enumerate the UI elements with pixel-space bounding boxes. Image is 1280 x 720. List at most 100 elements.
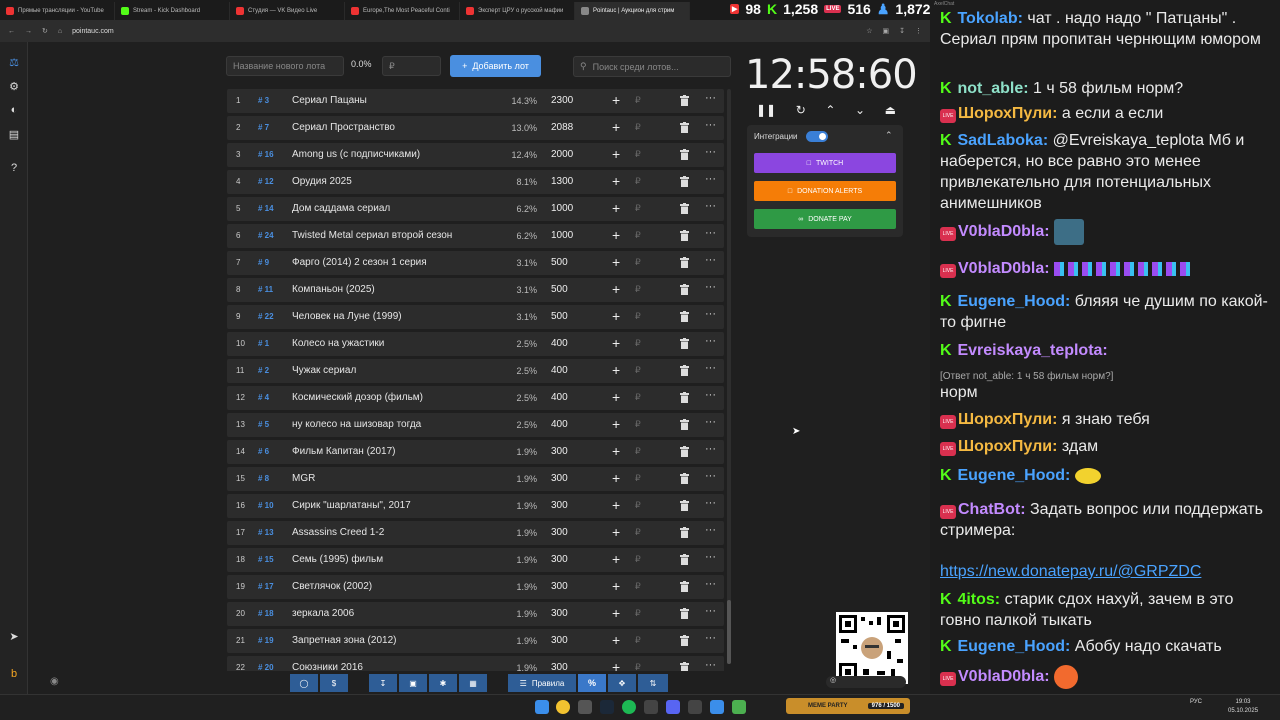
ruble-input-icon[interactable]: ₽	[635, 284, 641, 295]
browser-tab-active[interactable]: Pointauc | Аукцион для стрим	[575, 2, 690, 20]
delete-icon[interactable]	[680, 446, 689, 457]
lot-row[interactable]: 21 # 19 Запретная зона (2012) 1.9% 300 + ₽ ···	[227, 629, 724, 653]
delete-icon[interactable]	[680, 662, 689, 671]
add-amount-icon[interactable]: +	[612, 497, 620, 513]
lot-name[interactable]: Компаньон (2025)	[292, 284, 375, 295]
lot-row[interactable]: 13 # 5 ну колесо на шизовар тогда 2.5% 400 + ₽…	[227, 413, 724, 437]
lot-row[interactable]: 1 # 3 Сериал Пацаны 14.3% 2300 + ₽ ···	[227, 89, 724, 113]
ruble-input-icon[interactable]: ₽	[635, 95, 641, 106]
lot-id[interactable]: # 2	[258, 366, 269, 375]
lot-id[interactable]: # 22	[258, 312, 274, 321]
lots-scrollbar-thumb[interactable]	[727, 600, 731, 664]
lot-row[interactable]: 15 # 8 MGR 1.9% 300 + ₽ ···	[227, 467, 724, 491]
delete-icon[interactable]	[680, 338, 689, 349]
lot-amount[interactable]: 500	[551, 284, 568, 295]
more-options-icon[interactable]: ···	[705, 146, 716, 158]
ruble-input-icon[interactable]: ₽	[635, 554, 641, 565]
lot-name[interactable]: Семь (1995) фильм	[292, 554, 383, 565]
extensions-icon[interactable]: ▣	[883, 27, 890, 35]
lot-row[interactable]: 9 # 22 Человек на Луне (1999) 3.1% 500 + ₽ ···	[227, 305, 724, 329]
more-options-icon[interactable]: ···	[705, 497, 716, 509]
chat-nickname[interactable]: 4itos:	[957, 591, 1000, 608]
twitch-button[interactable]: □ TWITCH	[754, 153, 896, 173]
more-options-icon[interactable]: ···	[705, 605, 716, 617]
add-amount-icon[interactable]: +	[612, 119, 620, 135]
ruble-input-icon[interactable]: ₽	[635, 311, 641, 322]
lot-name[interactable]: Фильм Капитан (2017)	[292, 446, 396, 457]
lot-id[interactable]: # 1	[258, 339, 269, 348]
bug-button[interactable]: ✱	[429, 674, 457, 692]
ruble-input-icon[interactable]: ₽	[635, 392, 641, 403]
language-indicator[interactable]: РУС	[1190, 699, 1202, 705]
donation-alerts-button[interactable]: □ DONATION ALERTS	[754, 181, 896, 201]
bookmark-star-icon[interactable]: ☆	[866, 27, 872, 35]
lot-amount[interactable]: 400	[551, 419, 568, 430]
add-amount-icon[interactable]: +	[612, 659, 620, 671]
lot-id[interactable]: # 8	[258, 474, 269, 483]
lot-row[interactable]: 5 # 14 Дом саддама сериал 6.2% 1000 + ₽ ···	[227, 197, 724, 221]
chevron-up-icon[interactable]: ⌃	[825, 103, 835, 117]
browser-tab[interactable]: Stream - Kick Dashboard	[115, 2, 230, 20]
obs-icon[interactable]	[644, 700, 658, 714]
delete-icon[interactable]	[680, 122, 689, 133]
ruble-input-icon[interactable]: ₽	[635, 500, 641, 511]
add-amount-icon[interactable]: +	[612, 146, 620, 162]
delete-icon[interactable]	[680, 581, 689, 592]
shuffle-button[interactable]: ✥	[608, 674, 636, 692]
ruble-input-icon[interactable]: ₽	[635, 230, 641, 241]
lot-name[interactable]: зеркала 2006	[292, 608, 354, 619]
search-input[interactable]: ⚲ Поиск среди лотов...	[573, 56, 731, 77]
ruble-input-icon[interactable]: ₽	[635, 581, 641, 592]
menu-icon[interactable]: ⋮	[915, 27, 922, 35]
delete-icon[interactable]	[680, 500, 689, 511]
url-field[interactable]: pointauc.com	[72, 28, 114, 35]
more-options-icon[interactable]: ···	[705, 335, 716, 347]
lot-id[interactable]: # 4	[258, 393, 269, 402]
lot-amount-input[interactable]: ₽	[382, 56, 441, 76]
add-amount-icon[interactable]: +	[612, 227, 620, 243]
delete-icon[interactable]	[680, 257, 689, 268]
ruble-input-icon[interactable]: ₽	[635, 257, 641, 268]
history-icon[interactable]: ▤	[6, 126, 22, 142]
chat-nickname[interactable]: Evreiskaya_teplota:	[957, 342, 1107, 359]
lot-amount[interactable]: 400	[551, 338, 568, 349]
auction-icon[interactable]: ⚖	[6, 54, 22, 70]
github-button[interactable]: ◯	[290, 674, 318, 692]
browser-tab[interactable]: Прямые трансляции - YouTube	[0, 2, 115, 20]
ruble-input-icon[interactable]: ₽	[635, 608, 641, 619]
eye-icon[interactable]: ◉	[50, 676, 59, 687]
delete-icon[interactable]	[680, 149, 689, 160]
delete-icon[interactable]	[680, 527, 689, 538]
add-lot-button[interactable]: + Добавить лот	[450, 55, 541, 77]
ruble-input-icon[interactable]: ₽	[635, 176, 641, 187]
delete-icon[interactable]	[680, 203, 689, 214]
sort-button[interactable]: ⇅	[638, 674, 668, 692]
lots-scrollbar[interactable]	[727, 89, 731, 664]
download-icon[interactable]: ↧	[899, 27, 905, 35]
lot-amount[interactable]: 1000	[551, 203, 573, 214]
lot-name[interactable]: MGR	[292, 473, 315, 484]
ruble-input-icon[interactable]: ₽	[635, 419, 641, 430]
lot-name[interactable]: Фарго (2014) 2 сезон 1 серия	[292, 257, 427, 268]
lot-id[interactable]: # 24	[258, 231, 274, 240]
ruble-input-icon[interactable]: ₽	[635, 149, 641, 160]
explorer-icon[interactable]	[578, 700, 592, 714]
donate-button[interactable]: $	[320, 674, 348, 692]
lot-name[interactable]: Светлячок (2002)	[292, 581, 372, 592]
lot-name[interactable]: Человек на Луне (1999)	[292, 311, 402, 322]
lot-amount[interactable]: 400	[551, 392, 568, 403]
chat-nickname[interactable]: V0blaD0bla:	[958, 668, 1050, 685]
lot-id[interactable]: # 13	[258, 528, 274, 537]
more-options-icon[interactable]: ···	[705, 416, 716, 428]
lot-row[interactable]: 2 # 7 Сериал Пространство 13.0% 2088 + ₽ ···	[227, 116, 724, 140]
add-amount-icon[interactable]: +	[612, 551, 620, 567]
delete-icon[interactable]	[680, 95, 689, 106]
add-amount-icon[interactable]: +	[612, 254, 620, 270]
lot-name[interactable]: Дом саддама сериал	[292, 203, 390, 214]
steam-icon[interactable]	[600, 700, 614, 714]
browser-tab[interactable]: Europe,The Most Peaceful Conti	[345, 2, 460, 20]
browser-tab[interactable]: Студия — VK Видео Live	[230, 2, 345, 20]
add-amount-icon[interactable]: +	[612, 200, 620, 216]
chat-nickname[interactable]: ШорохПули:	[958, 438, 1057, 455]
more-options-icon[interactable]: ···	[705, 254, 716, 266]
